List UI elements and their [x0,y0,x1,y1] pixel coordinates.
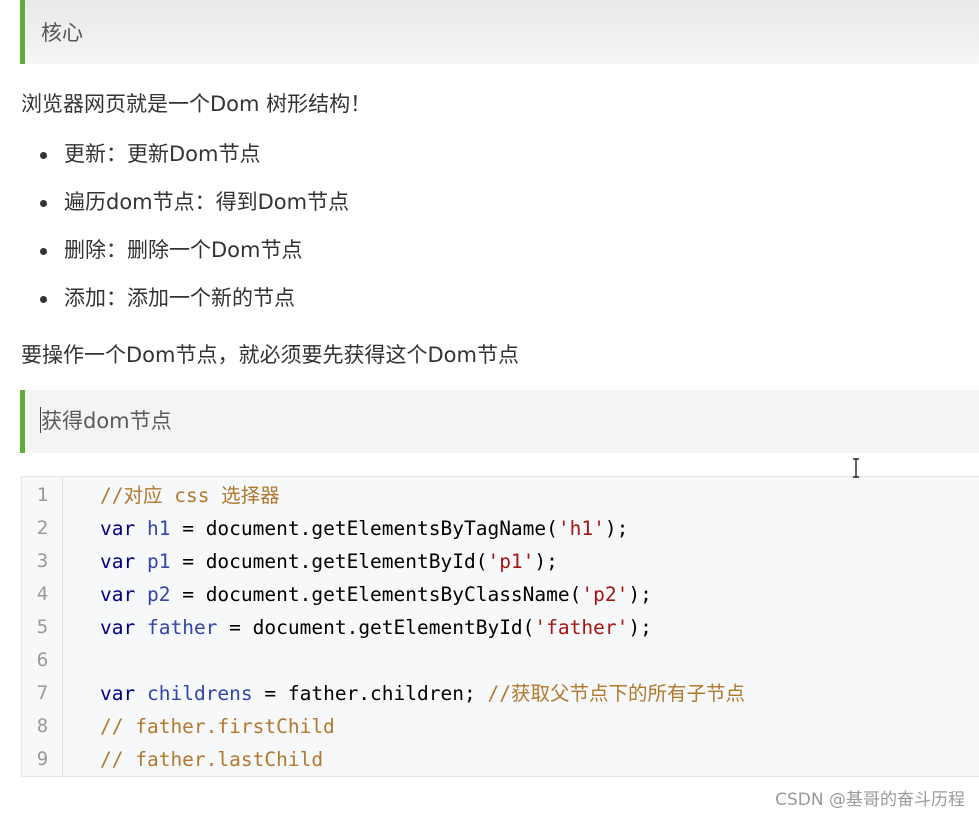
code-line: // father.firstChild [100,710,335,743]
code-token: p2 [146,583,171,606]
header-blockquote-text: 核心 [41,21,83,45]
line-number: 2 [36,517,49,539]
code-token: //获取父节点下的所有子节点 [487,682,745,705]
bullet-dot-icon [40,296,47,303]
code-token: h1 [146,517,171,540]
code-token: // father.lastChild [100,748,324,771]
line-number: 1 [36,484,49,506]
code-token: 'p1' [487,550,535,573]
intro-paragraph: 浏览器网页就是一个Dom 树形结构！ [21,92,372,116]
article-page: 核心 浏览器网页就是一个Dom 树形结构！ 更新：更新Dom节点 遍历dom节点… [0,0,979,815]
code-token: //对应 css 选择器 [100,484,280,507]
code-token: 'p2' [581,583,629,606]
code-line: var h1 = document.getElementsByTagName('… [100,512,628,545]
line-number-gutter: 1 2 3 4 5 6 7 8 9 [22,477,63,776]
section-blockquote-text: 获得dom节点 [41,409,172,433]
code-token: = document.getElementById( [170,550,488,573]
code-line: var father = document.getElementById('fa… [100,611,652,644]
code-token: = document.getElementsByClassName( [170,583,582,606]
list-item-text: 更新：更新Dom节点 [64,142,261,166]
code-line: var p2 = document.getElementsByClassName… [100,578,652,611]
code-token: ); [628,616,652,639]
code-token: var [100,517,136,540]
list-item-text: 添加：添加一个新的节点 [64,286,295,310]
code-token: p1 [146,550,171,573]
code-line: //对应 css 选择器 [100,479,280,512]
code-token: ); [628,583,652,606]
code-token: ); [604,517,629,540]
list-item-text: 删除：删除一个Dom节点 [64,238,303,262]
code-line: // father.lastChild [100,743,323,776]
code-token: // father.firstChild [100,715,335,738]
code-token: var [100,616,136,639]
code-token: 'father' [534,616,629,639]
line-number: 7 [36,682,49,704]
code-block[interactable]: 1 2 3 4 5 6 7 8 9 //对应 css 选择器 var h1 = document.… [21,476,979,777]
code-token: 'h1' [557,517,605,540]
code-token: var [100,682,136,705]
code-token: = document.getElementsByTagName( [170,517,558,540]
line-number: 3 [36,550,49,572]
list-item-text: 遍历dom节点：得到Dom节点 [64,190,350,214]
note-paragraph: 要操作一个Dom节点，就必须要先获得这个Dom节点 [21,343,519,367]
text-ibeam-cursor-icon [853,458,859,478]
code-token: = document.getElementById( [217,616,535,639]
line-number: 5 [36,616,49,638]
code-line: var p1 = document.getElementById('p1'); [100,545,558,578]
code-line: var childrens = father.children; //获取父节点… [100,677,745,710]
bullet-dot-icon [40,200,47,207]
line-number: 6 [36,649,49,671]
line-number: 8 [36,715,49,737]
code-token: father [146,616,218,639]
text-caret-icon [40,407,41,433]
line-number: 4 [36,583,49,605]
bullet-dot-icon [40,248,47,255]
section-blockquote[interactable]: 获得dom节点 [20,390,979,453]
code-token: ); [534,550,558,573]
code-token: = father.children; [252,682,488,705]
line-number: 9 [36,748,49,770]
code-token: var [100,583,136,606]
header-blockquote: 核心 [20,0,979,64]
watermark: CSDN @基哥的奋斗历程 [775,790,965,810]
code-token: var [100,550,136,573]
code-token: childrens [146,682,253,705]
bullet-dot-icon [40,152,47,159]
